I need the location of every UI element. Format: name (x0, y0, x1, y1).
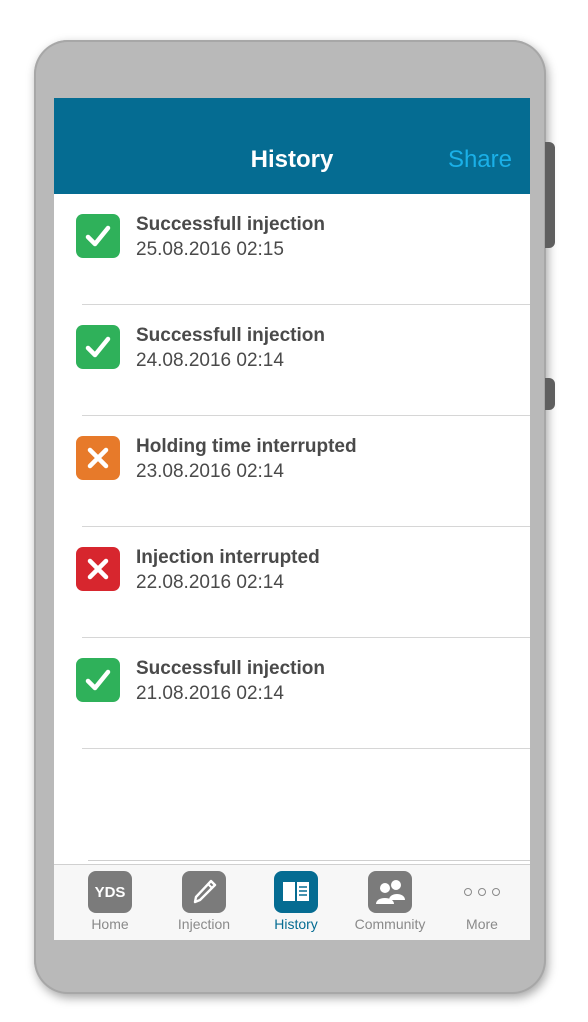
more-dots-icon (436, 871, 528, 913)
status-badge (76, 658, 120, 702)
tab-label: History (274, 916, 318, 932)
tab-community[interactable]: Community (344, 871, 436, 940)
list-item[interactable]: Successfull injection 24.08.2016 02:14 (54, 305, 530, 416)
list-item-title: Injection interrupted (136, 547, 320, 568)
yds-logo-icon: YDS (88, 871, 132, 913)
list-item-date: 22.08.2016 02:14 (136, 572, 284, 593)
tab-home[interactable]: YDS Home (64, 871, 156, 940)
status-badge (76, 214, 120, 258)
list-item[interactable]: Successfull injection 21.08.2016 02:14 (54, 638, 530, 749)
side-button-volume (545, 142, 555, 248)
status-badge (76, 325, 120, 369)
check-icon (82, 331, 114, 363)
list-item-title: Successfull injection (136, 658, 325, 679)
tab-more[interactable]: More (436, 871, 528, 940)
divider (82, 748, 530, 749)
share-button[interactable]: Share (448, 146, 512, 174)
list-item-date: 23.08.2016 02:14 (136, 461, 284, 482)
check-icon (82, 664, 114, 696)
tab-bar: YDS Home Injection History Community Mor… (54, 864, 530, 940)
check-icon (82, 220, 114, 252)
list-item-date: 25.08.2016 02:15 (136, 239, 284, 260)
tab-label: Home (91, 916, 129, 932)
tab-history[interactable]: History (250, 871, 342, 940)
tab-label: More (466, 916, 498, 932)
app-screen: History Share Successfull injection 25.0… (54, 98, 530, 940)
yds-logo-text: YDS (94, 883, 126, 901)
tab-label: Community (354, 916, 426, 932)
status-badge (76, 436, 120, 480)
list-item-title: Successfull injection (136, 325, 325, 346)
people-icon (368, 871, 412, 913)
list-item-title: Successfull injection (136, 214, 325, 235)
navigation-bar: History Share (54, 98, 530, 194)
list-item-title: Holding time interrupted (136, 436, 357, 457)
tab-label: Injection (177, 916, 231, 932)
status-badge (76, 547, 120, 591)
divider (88, 860, 530, 861)
list-item[interactable]: Injection interrupted 22.08.2016 02:14 (54, 527, 530, 638)
pen-icon (182, 871, 226, 913)
x-icon (82, 442, 114, 474)
side-button-power (545, 378, 555, 410)
list-item-date: 21.08.2016 02:14 (136, 683, 284, 704)
tab-injection[interactable]: Injection (158, 871, 250, 940)
x-icon (82, 553, 114, 585)
list-item-date: 24.08.2016 02:14 (136, 350, 284, 371)
list-item[interactable]: Successfull injection 25.08.2016 02:15 (54, 194, 530, 305)
book-icon (274, 871, 318, 913)
list-item[interactable]: Holding time interrupted 23.08.2016 02:1… (54, 416, 530, 527)
